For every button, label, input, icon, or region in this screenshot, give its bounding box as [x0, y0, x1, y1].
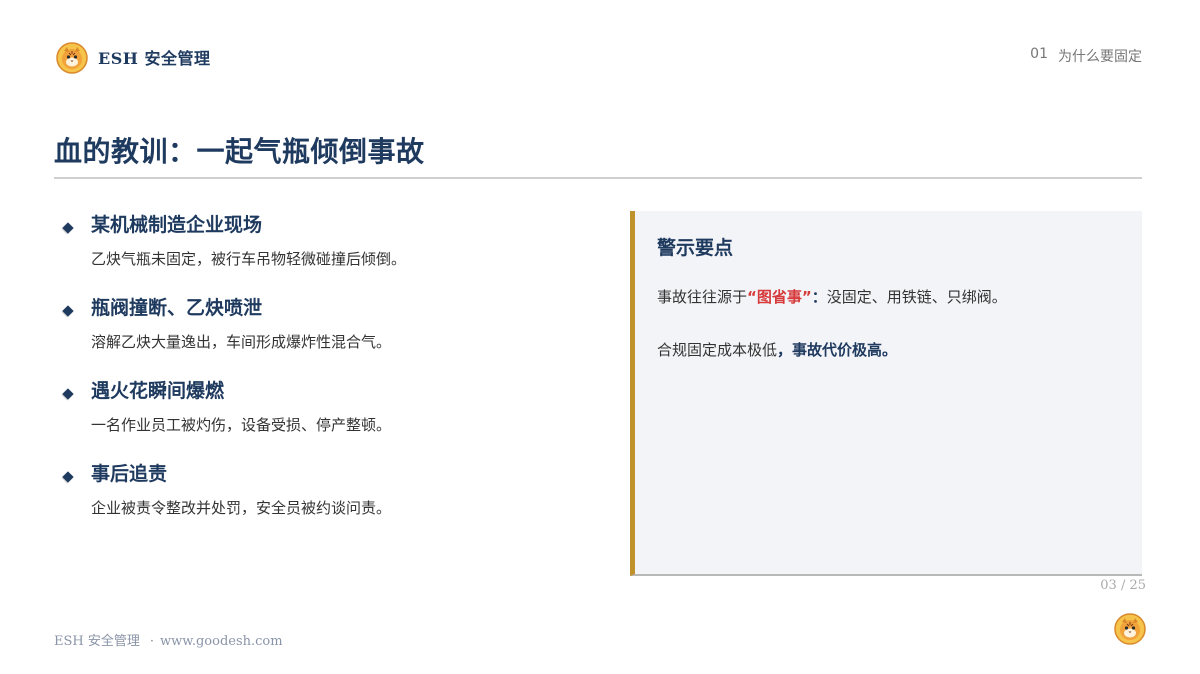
warning-title: 警示要点	[657, 237, 734, 259]
point-title: 瓶阀撞断、乙炔喷泄	[91, 297, 263, 319]
point-description: 一名作业员工被灼伤，设备受损、停产整顿。	[91, 416, 392, 434]
warning-emphasis: 事故代价极高。	[792, 341, 898, 359]
footer-url[interactable]: www.goodesh.com	[160, 634, 283, 649]
diamond-bullet-icon	[62, 471, 74, 483]
diamond-bullet-icon	[62, 222, 74, 234]
warning-line-2: 合规固定成本极低，事故代价极高。	[657, 339, 897, 360]
footer-brand: ESH 安全管理	[54, 634, 140, 649]
footer: ESH 安全管理 · www.goodesh.com	[54, 630, 283, 649]
diamond-bullet-icon	[62, 388, 74, 400]
point-title: 遇火花瞬间爆燃	[91, 380, 225, 402]
tiger-mascot-icon	[1114, 613, 1146, 645]
page-title: 血的教训：一起气瓶倾倒事故	[54, 135, 425, 168]
page-number: 03 / 25	[1100, 578, 1146, 593]
warning-line-1: 事故往往源于“图省事”：没固定、用铁链、只绑阀。	[657, 286, 1007, 307]
tiger-mascot-icon	[56, 42, 88, 74]
warning-separator: ，	[777, 341, 793, 359]
list-item: 某机械制造企业现场 乙炔气瓶未固定，被行车吊物轻微碰撞后倾倒。	[62, 210, 602, 293]
section-number: 01	[1030, 46, 1048, 62]
warning-text: 合规固定成本极低	[657, 341, 778, 359]
warning-highlight: “图省事”	[747, 288, 812, 306]
warning-callout: 警示要点 事故往往源于“图省事”：没固定、用铁链、只绑阀。 合规固定成本极低，事…	[630, 211, 1142, 576]
point-title: 事后追责	[91, 463, 168, 485]
warning-text: 事故往往源于	[657, 288, 748, 306]
point-description: 企业被责令整改并处罚，安全员被约谈问责。	[91, 499, 392, 517]
warning-separator: ：	[811, 288, 827, 306]
list-item: 瓶阀撞断、乙炔喷泄 溶解乙炔大量逸出，车间形成爆炸性混合气。	[62, 293, 602, 376]
footer-separator: ·	[149, 634, 155, 649]
point-description: 乙炔气瓶未固定，被行车吊物轻微碰撞后倾倒。	[91, 250, 407, 268]
point-title: 某机械制造企业现场	[91, 214, 263, 236]
list-item: 遇火花瞬间爆燃 一名作业员工被灼伤，设备受损、停产整顿。	[62, 376, 602, 459]
section-label: 01 为什么要固定	[1030, 46, 1142, 66]
diamond-bullet-icon	[62, 305, 74, 317]
incident-points-list: 某机械制造企业现场 乙炔气瓶未固定，被行车吊物轻微碰撞后倾倒。 瓶阀撞断、乙炔喷…	[62, 210, 602, 542]
title-divider	[54, 177, 1142, 179]
brand-name: ESH 安全管理	[98, 49, 211, 68]
warning-text: 没固定、用铁链、只绑阀。	[826, 288, 1007, 306]
point-description: 溶解乙炔大量逸出，车间形成爆炸性混合气。	[91, 333, 392, 351]
section-title: 为什么要固定	[1058, 49, 1142, 65]
list-item: 事后追责 企业被责令整改并处罚，安全员被约谈问责。	[62, 459, 602, 542]
